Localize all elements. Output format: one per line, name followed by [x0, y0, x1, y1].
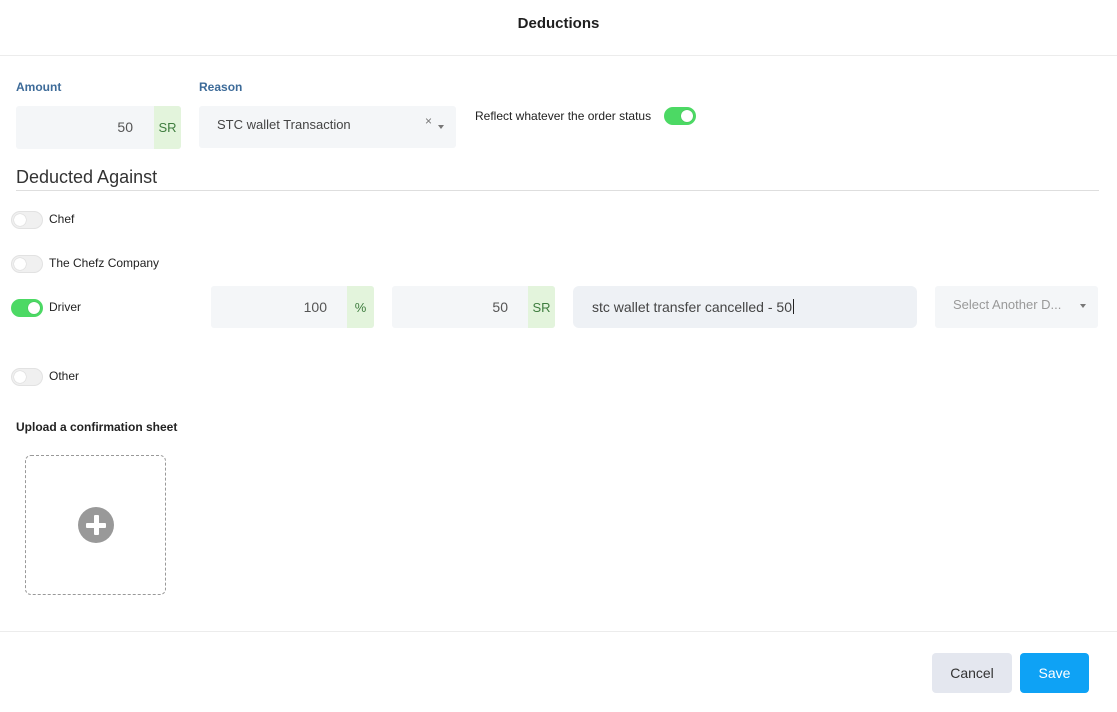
plus-circle-icon [78, 507, 114, 543]
driver-percent-value: 100 [303, 299, 327, 315]
other-toggle[interactable] [11, 368, 43, 386]
select-another-driver[interactable]: Select Another D... [935, 286, 1098, 328]
reason-label: Reason [199, 80, 243, 94]
reflect-status-toggle[interactable] [664, 107, 696, 125]
chevron-down-icon [1080, 304, 1086, 308]
driver-amount-value: 50 [492, 299, 508, 315]
save-button[interactable]: Save [1020, 653, 1089, 693]
other-label: Other [49, 369, 80, 383]
upload-dropzone[interactable] [25, 455, 166, 595]
chefz-company-toggle[interactable] [11, 255, 43, 273]
chef-label: Chef [49, 212, 75, 226]
footer-divider [0, 631, 1117, 632]
driver-select-placeholder: Select Another D... [953, 297, 1062, 312]
amount-unit-addon: SR [154, 106, 181, 149]
toggle-knob [14, 371, 26, 383]
driver-percent-input[interactable]: 100 % [211, 286, 374, 328]
percent-unit-addon: % [347, 286, 374, 328]
reason-select[interactable]: STC wallet Transaction × [199, 106, 456, 148]
dialog-title: Deductions [517, 15, 600, 32]
toggle-knob [681, 110, 693, 122]
chevron-down-icon [438, 125, 444, 129]
upload-label: Upload a confirmation sheet [16, 420, 178, 434]
amount-input[interactable]: 50 SR [16, 106, 181, 149]
clear-icon[interactable]: × [425, 114, 432, 128]
driver-toggle[interactable] [11, 299, 43, 317]
cancel-button[interactable]: Cancel [932, 653, 1012, 693]
toggle-knob [14, 214, 26, 226]
reason-value: STC wallet Transaction [217, 117, 351, 132]
chef-toggle[interactable] [11, 211, 43, 229]
driver-amount-input[interactable]: 50 SR [392, 286, 555, 328]
toggle-knob [14, 258, 26, 270]
reflect-status-label: Reflect whatever the order status [475, 109, 652, 123]
deducted-against-title: Deducted Against [16, 167, 158, 187]
driver-note-value: stc wallet transfer cancelled - 50 [592, 299, 794, 315]
driver-note-input[interactable]: stc wallet transfer cancelled - 50 [573, 286, 917, 328]
amount-label: Amount [16, 80, 62, 94]
driver-label: Driver [49, 300, 81, 314]
chefz-company-label: The Chefz Company [49, 256, 160, 270]
section-divider [16, 190, 1099, 191]
amount-value: 50 [117, 119, 133, 135]
toggle-knob [28, 302, 40, 314]
amount-unit-addon: SR [528, 286, 555, 328]
dialog-header: Deductions [0, 0, 1117, 56]
text-cursor [792, 299, 794, 314]
